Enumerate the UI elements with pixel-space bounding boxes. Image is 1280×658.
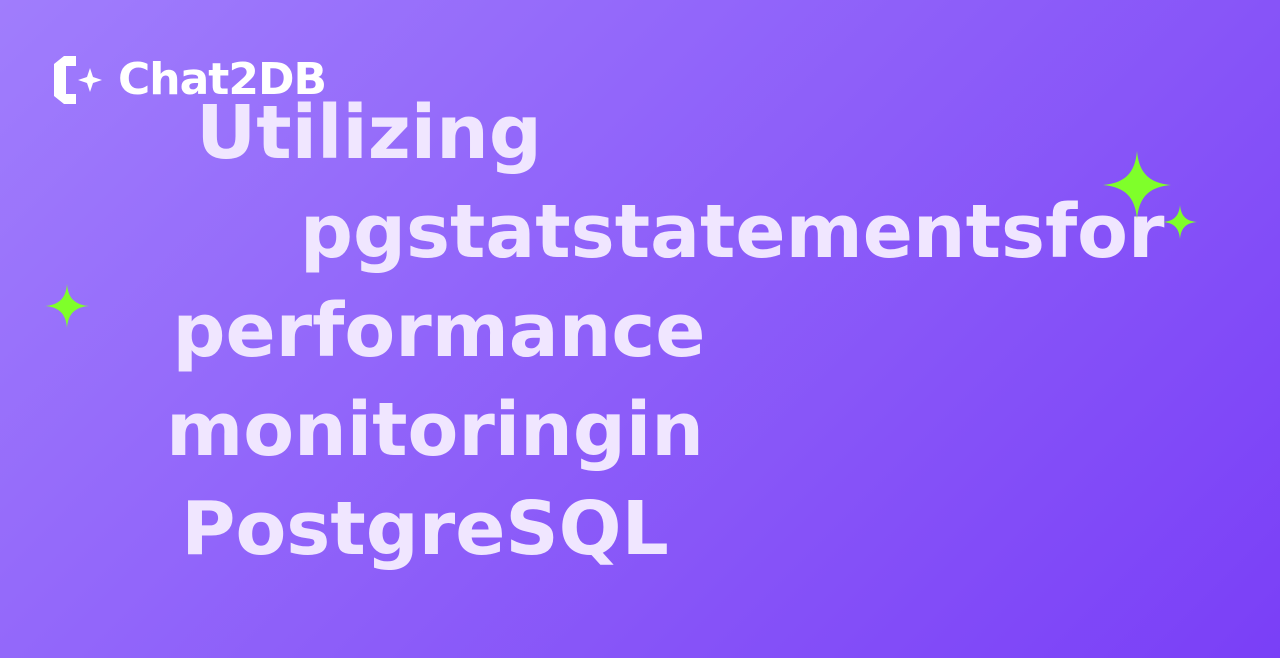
sparkle-icon	[1103, 151, 1171, 219]
sparkle-icon	[1163, 205, 1197, 239]
title-line: Utilizing	[196, 90, 542, 176]
sparkle-icon	[45, 284, 89, 328]
title-line: PostgreSQL	[181, 486, 669, 572]
title-line: pgstatstatementsfor	[300, 189, 1165, 275]
title-line: performance	[172, 288, 706, 374]
page-title: Utilizing pgstatstatementsfor performanc…	[0, 84, 1165, 579]
title-line: monitoringin	[166, 387, 704, 473]
